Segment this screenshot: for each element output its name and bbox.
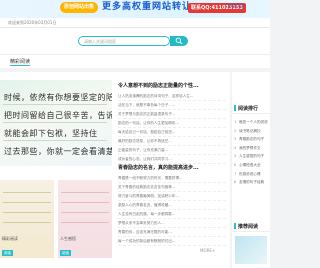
more-link[interactable]: MORE+ xyxy=(200,248,215,253)
page: 原创网站出售 更多高权重网站转让 联系QQ:411023153 新站可议 欢迎来… xyxy=(0,0,270,268)
article-title[interactable]: 青春励志的名言，真的能提高进步... xyxy=(118,164,226,171)
article-row[interactable]: 青春的你，应该充满无限的可能... xyxy=(118,228,226,237)
hero-line: 就能会卸下包袱，坚持住 xyxy=(4,129,98,138)
hot-title: 阅读排行 xyxy=(238,106,259,112)
hot-item[interactable]: 5 人生感悟的句子 xyxy=(234,152,269,161)
thumb-title: 精彩阅读 xyxy=(2,236,18,241)
category-tag[interactable]: 阅读 xyxy=(60,250,71,256)
hot-item[interactable]: 4 我的梦想作文 xyxy=(234,144,269,153)
main-content: 时候，依然有你想要坚定的陪伴 把时间留给自己很辛苦，告诉自己 就能会卸下包袱，坚… xyxy=(0,72,230,268)
banner-tag: 新站可议 xyxy=(228,3,244,8)
article-row[interactable]: 人生没有白走的路，每一步都算数... xyxy=(118,210,226,219)
article-row[interactable]: 励志的一句话，让你的人生更加精彩... xyxy=(118,119,226,128)
article-row[interactable]: 关于青春的经典励志名言佳句推荐... xyxy=(118,183,226,192)
category-tag[interactable]: 阅读 xyxy=(2,250,13,256)
banner-pill: 原创网站出售 xyxy=(60,2,99,13)
heading-accent xyxy=(234,105,236,111)
article-row[interactable]: 激励人心的青春名言，值得收藏... xyxy=(118,201,226,210)
thumb-line xyxy=(3,212,51,213)
hot-item[interactable]: 7 伤感说说心情 xyxy=(234,170,269,179)
search-button[interactable] xyxy=(170,36,188,46)
article-row[interactable]: 梦想从来不会辜负努力的人... xyxy=(118,219,226,228)
article-block: 青春励志的名言，真的能提高进步... 青春是一段不断努力的时光，需要拼搏... … xyxy=(118,164,226,246)
thumb-line xyxy=(3,202,51,203)
search-placeholder: 请输入关键词搜索 xyxy=(84,39,116,44)
thumbnail-card[interactable]: 精彩阅读 阅读 xyxy=(0,180,54,258)
article-block: 令人意想不到的励志正能量的个性... 让人热血沸腾的励志的诗词句子，这样给人生.… xyxy=(118,82,226,164)
sidebar-heading: 推荐阅读 xyxy=(232,220,270,232)
thumbnail-card[interactable]: 人生感悟 阅读 xyxy=(58,180,112,258)
thumb-title: 人生感悟 xyxy=(60,236,76,241)
rec-title: 推荐阅读 xyxy=(238,224,259,230)
recommend-thumbnail[interactable] xyxy=(235,236,267,264)
article-row[interactable]: 成功者的心态，让我们共同学习... xyxy=(118,155,226,164)
thumb-line xyxy=(61,222,109,223)
thumb-line xyxy=(61,212,109,213)
article-row[interactable]: 让人热血沸腾的励志的诗词句子，这样给人生... xyxy=(118,92,226,101)
article-row[interactable]: 最好的励志语录，让你不再迷茫... xyxy=(118,137,226,146)
thumb-line xyxy=(3,192,51,193)
thumb-line xyxy=(3,222,51,223)
article-row[interactable]: 努力奋斗的青春最美丽，加油吧少年... xyxy=(118,192,226,201)
header: 请输入关键词搜索 xyxy=(0,28,270,54)
hero-divider xyxy=(3,140,107,141)
hero-line: 时候，依然有你想要坚定的陪伴 xyxy=(4,93,112,102)
hot-list: 1 暗恋一个人的说说 2 读书笔记摘抄 3 青春励志的句子 4 我的梦想作文 5 人生感悟… xyxy=(234,118,269,187)
topbar: 欢迎来到2020年03月01日 xyxy=(0,18,270,28)
hero-divider xyxy=(3,104,107,105)
sidebar: 阅读排行 1 暗恋一个人的说说 2 读书笔记摘抄 3 青春励志的句子 4 我的梦想作文 … xyxy=(232,72,270,268)
nav-bar: 精彩阅读 xyxy=(0,54,270,68)
hot-item[interactable]: 1 暗恋一个人的说说 xyxy=(234,118,269,127)
article-row[interactable]: 青春是一段不断努力的时光，需要拼搏... xyxy=(118,174,226,183)
article-row[interactable]: 每一个成功的背后都有默默的付出... xyxy=(118,237,226,246)
nav-current[interactable]: 精彩阅读 xyxy=(10,58,31,66)
hero-line: 过去那些，你就一定会看清楚。 xyxy=(4,147,112,156)
article-row[interactable]: 关于梦想与励志的正能量语录句子... xyxy=(118,110,226,119)
top-banner[interactable]: 原创网站出售 更多高权重网站转让 联系QQ:411023153 新站可议 xyxy=(0,0,270,18)
hero-image[interactable]: 时候，依然有你想要坚定的陪伴 把时间留给自己很辛苦，告诉自己 就能会卸下包袱，坚… xyxy=(0,80,112,166)
hot-item[interactable]: 6 心情短语大全 xyxy=(234,161,269,170)
hot-item[interactable]: 3 青春励志的句子 xyxy=(234,135,269,144)
hot-item[interactable]: 2 读书笔记摘抄 xyxy=(234,127,269,136)
sidebar-heading: 阅读排行 xyxy=(232,102,270,114)
hot-item[interactable]: 8 友情的句子经典 xyxy=(234,178,269,187)
article-title[interactable]: 令人意想不到的励志正能量的个性... xyxy=(118,82,226,89)
hero-divider xyxy=(3,122,107,123)
search-icon xyxy=(175,37,183,45)
search-input[interactable]: 请输入关键词搜索 xyxy=(78,36,170,46)
banner-headline: 更多高权重网站转让 xyxy=(102,2,193,12)
hero-line: 把时间留给自己很辛苦，告诉自己 xyxy=(4,111,112,120)
thumb-line xyxy=(61,192,109,193)
article-row[interactable]: 正能量的句子，让你充满力量... xyxy=(118,146,226,155)
article-row[interactable]: 每天给自己一句话，鼓励自己前进... xyxy=(118,128,226,137)
thumb-line xyxy=(61,202,109,203)
heading-accent xyxy=(234,223,236,229)
article-row[interactable]: 活在当下，就是不辜负每个日子，... xyxy=(118,101,226,110)
topbar-date: 欢迎来到2020年03月01日 xyxy=(8,20,57,25)
